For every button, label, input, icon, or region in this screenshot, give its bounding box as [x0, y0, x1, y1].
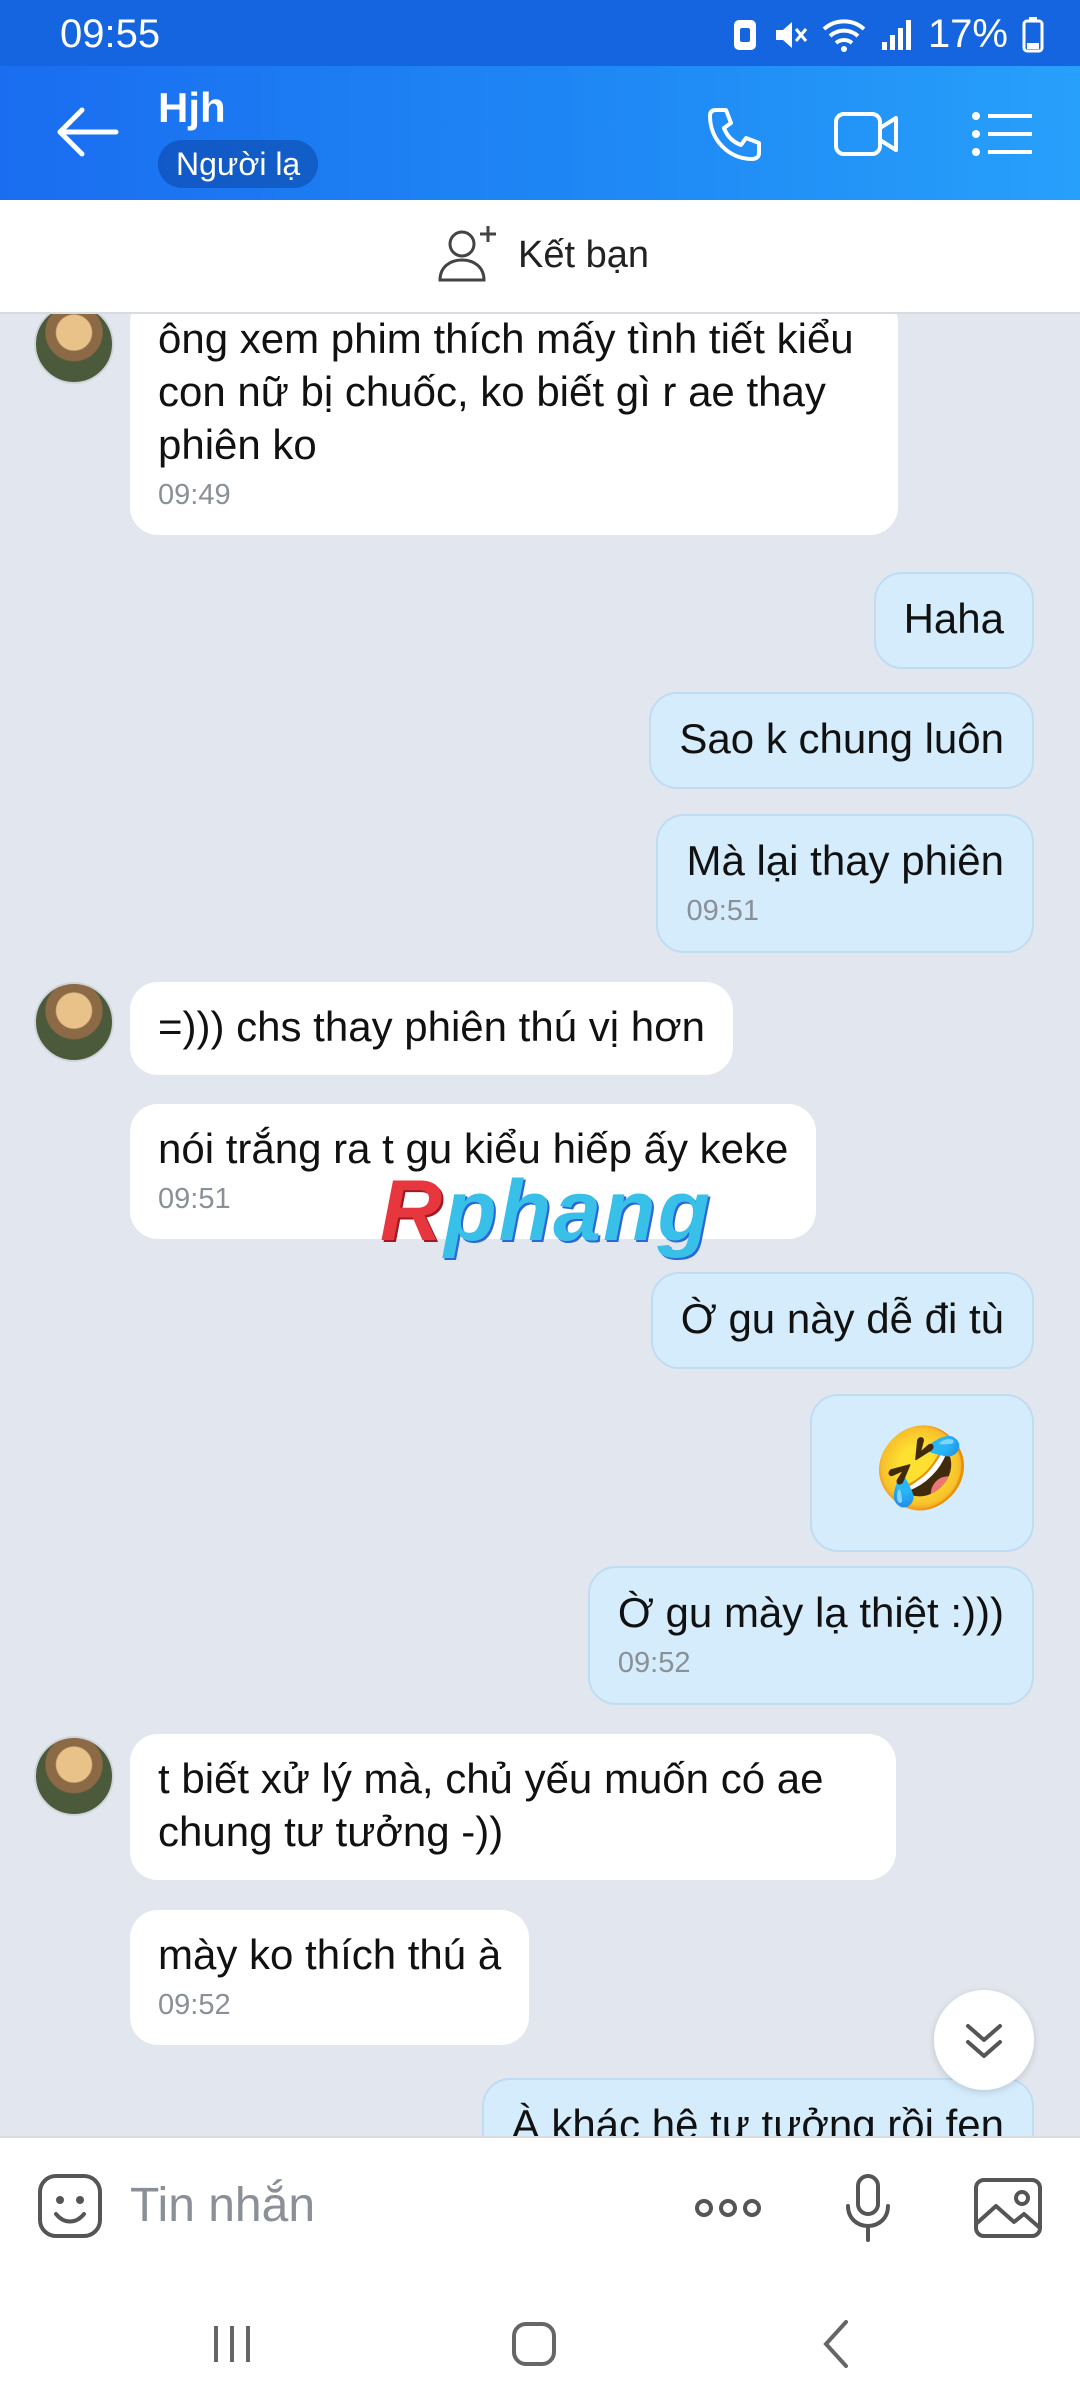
image-gallery-icon[interactable] [968, 2168, 1048, 2248]
more-options-icon[interactable] [688, 2168, 768, 2248]
message-bubble[interactable]: =))) chs thay phiên thú vị hơn [130, 982, 733, 1075]
message-text: Haha [903, 595, 1004, 642]
message-bubble[interactable]: Haha [873, 572, 1034, 669]
phone-call-icon[interactable] [698, 102, 770, 166]
message-text: ông xem phim thích mấy tình tiết kiểu co… [158, 315, 854, 468]
video-call-icon[interactable] [830, 102, 902, 166]
watermark-prefix: R [380, 1163, 445, 1259]
message-text: À khác hệ tư tưởng rồi fen [511, 2101, 1004, 2136]
recent-apps-icon[interactable] [202, 2314, 262, 2374]
message-bubble[interactable]: ông xem phim thích mấy tình tiết kiểu co… [130, 314, 898, 535]
battery-icon [1022, 16, 1044, 52]
signal-icon [881, 19, 911, 50]
double-chevron-down-icon [966, 2024, 1002, 2058]
nfc-icon [733, 19, 756, 50]
message-time: 09:51 [686, 895, 760, 927]
contact-name[interactable]: Hjh [158, 84, 226, 132]
add-friend-button[interactable]: Kết bạn [436, 222, 649, 288]
sticker-icon[interactable] [32, 2168, 112, 2248]
message-text: mày ko thích thú à [158, 1931, 502, 1978]
message-input-bar: Tin nhắn [0, 2136, 1080, 2274]
message-text: =))) chs thay phiên thú vị hơn [158, 1003, 705, 1050]
message-text: Ờ gu này dễ đi tù [680, 1295, 1004, 1342]
message-bubble[interactable]: 🤣 [810, 1394, 1034, 1552]
message-bubble[interactable]: Ờ gu mày lạ thiệt :))) 09:52 [587, 1566, 1034, 1705]
watermark-logo: Rphang [380, 1162, 712, 1261]
stranger-badge: Người lạ [158, 140, 319, 188]
avatar[interactable] [34, 314, 114, 384]
laughing-emoji-icon: 🤣 [872, 1424, 972, 1513]
add-friend-label: Kết bạn [518, 233, 649, 276]
message-bubble[interactable]: mày ko thích thú à 09:52 [130, 1910, 530, 2045]
battery-percent: 17% [927, 12, 1008, 56]
message-time: 09:49 [158, 479, 231, 511]
message-text: Mà lại thay phiên [686, 837, 1004, 884]
home-icon[interactable] [504, 2314, 564, 2374]
message-time: 09:52 [617, 1647, 691, 1679]
avatar[interactable] [34, 1736, 114, 1816]
menu-list-icon[interactable] [966, 102, 1038, 166]
message-text: t biết xử lý mà, chủ yếu muốn có ae chun… [158, 1755, 824, 1855]
add-friend-bar: Kết bạn [0, 200, 1080, 314]
system-nav-bar [0, 2274, 1080, 2408]
message-time: 09:52 [158, 1989, 231, 2021]
message-bubble[interactable]: Sao k chung luôn [649, 692, 1034, 789]
avatar[interactable] [34, 982, 114, 1062]
back-nav-icon[interactable] [808, 2314, 868, 2374]
message-bubble[interactable]: Mà lại thay phiên 09:51 [656, 814, 1034, 953]
message-bubble[interactable]: t biết xử lý mà, chủ yếu muốn có ae chun… [130, 1734, 896, 1880]
top-bar: 09:55 17% Hjh Người lạ [0, 0, 1080, 200]
message-input[interactable]: Tin nhắn [130, 2178, 315, 2233]
watermark-rest: phang [444, 1163, 713, 1259]
microphone-icon[interactable] [828, 2168, 908, 2248]
scroll-to-bottom-button[interactable] [934, 1990, 1034, 2090]
message-text: Ờ gu mày lạ thiệt :))) [617, 1589, 1004, 1636]
message-bubble[interactable]: Ờ gu này dễ đi tù [650, 1272, 1034, 1369]
add-user-icon [438, 226, 496, 282]
status-icons: 17% [732, 12, 1044, 57]
message-text: Sao k chung luôn [679, 715, 1004, 762]
status-time: 09:55 [60, 12, 161, 56]
wifi-icon [822, 18, 866, 52]
mute-icon [775, 21, 808, 48]
back-arrow-icon[interactable] [52, 102, 122, 162]
status-bar: 09:55 17% [0, 0, 1080, 66]
chat-header: Hjh Người lạ [0, 66, 1080, 200]
